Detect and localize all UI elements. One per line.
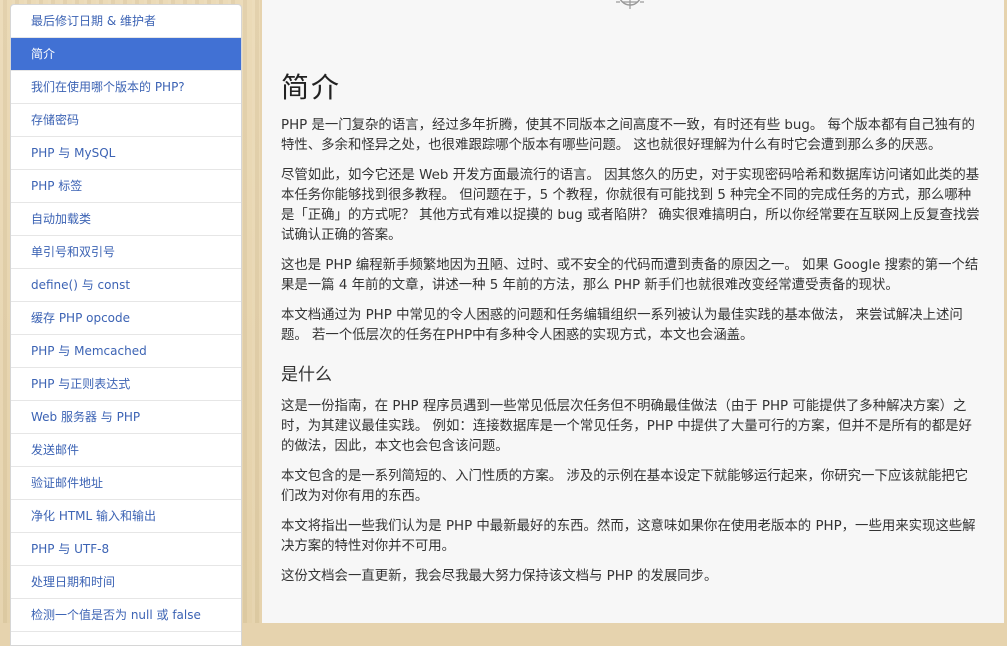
- article: 简介 PHP 是一门复杂的语言，经过多年折腾，使其不同版本之间高度不一致，有时还…: [281, 66, 981, 597]
- sidebar-item-opcode-cache[interactable]: 缓存 PHP opcode: [11, 302, 241, 335]
- sidebar-item-regex[interactable]: PHP 与正则表达式: [11, 368, 241, 401]
- intro-paragraph: 尽管如此，如今它还是 Web 开发方面最流行的语言。 因其悠久的历史，对于实现密…: [281, 168, 980, 243]
- ship-wheel-icon: [612, 0, 648, 16]
- section-paragraph: 本文将指出一些我们认为是 PHP 中最新最好的东西。然而，这意味如果你在使用老版…: [281, 519, 976, 554]
- sidebar-nav: 最后修订日期 & 维护者 简介 我们在使用哪个版本的 PHP? 存储密码 PHP…: [10, 4, 242, 646]
- sidebar-item-dates-times[interactable]: 处理日期和时间: [11, 566, 241, 599]
- section-paragraph: 这是一份指南，在 PHP 程序员遇到一些常见低层次任务但不明确最佳做法（由于 P…: [281, 399, 972, 454]
- sidebar-item-web-server[interactable]: Web 服务器 与 PHP: [11, 401, 241, 434]
- main-content: 简介 PHP 是一门复杂的语言，经过多年折腾，使其不同版本之间高度不一致，有时还…: [262, 0, 1004, 623]
- sidebar-item-storing-passwords[interactable]: 存储密码: [11, 104, 241, 137]
- section-paragraph: 这份文档会一直更新，我会尽我最大努力保持该文档与 PHP 的发展同步。: [281, 569, 718, 584]
- section-paragraph: 本文包含的是一系列简短的、入门性质的方案。 涉及的示例在基本设定下就能够运行起来…: [281, 469, 969, 504]
- sidebar-item-sanitize-html[interactable]: 净化 HTML 输入和输出: [11, 500, 241, 533]
- sidebar-item-memcached[interactable]: PHP 与 Memcached: [11, 335, 241, 368]
- section-title: 是什么: [281, 365, 332, 385]
- sidebar-item-last-revised[interactable]: 最后修订日期 & 维护者: [11, 5, 241, 38]
- intro-paragraph: PHP 是一门复杂的语言，经过多年折腾，使其不同版本之间高度不一致，有时还有些 …: [281, 118, 975, 153]
- sidebar-item-null-false[interactable]: 检测一个值是否为 null 或 false: [11, 599, 241, 632]
- sidebar-item-define-const[interactable]: define() 与 const: [11, 269, 241, 302]
- sidebar-item-php-version[interactable]: 我们在使用哪个版本的 PHP?: [11, 71, 241, 104]
- sidebar-item-sending-email[interactable]: 发送邮件: [11, 434, 241, 467]
- sidebar-item-utf8[interactable]: PHP 与 UTF-8: [11, 533, 241, 566]
- intro-paragraph: 本文档通过为 PHP 中常见的令人困惑的问题和任务编辑组织一系列被认为最佳实践的…: [281, 308, 963, 343]
- sidebar-item-php-mysql[interactable]: PHP 与 MySQL: [11, 137, 241, 170]
- page-title: 简介: [281, 71, 342, 104]
- sidebar-item-validate-email[interactable]: 验证邮件地址: [11, 467, 241, 500]
- sidebar-item-php-tags[interactable]: PHP 标签: [11, 170, 241, 203]
- sidebar-item-introduction[interactable]: 简介: [11, 38, 241, 71]
- intro-paragraph: 这也是 PHP 编程新手频繁地因为丑陋、过时、或不安全的代码而遭到责备的原因之一…: [281, 258, 979, 293]
- sidebar-item-autoloading[interactable]: 自动加载类: [11, 203, 241, 236]
- sidebar-item-quotes[interactable]: 单引号和双引号: [11, 236, 241, 269]
